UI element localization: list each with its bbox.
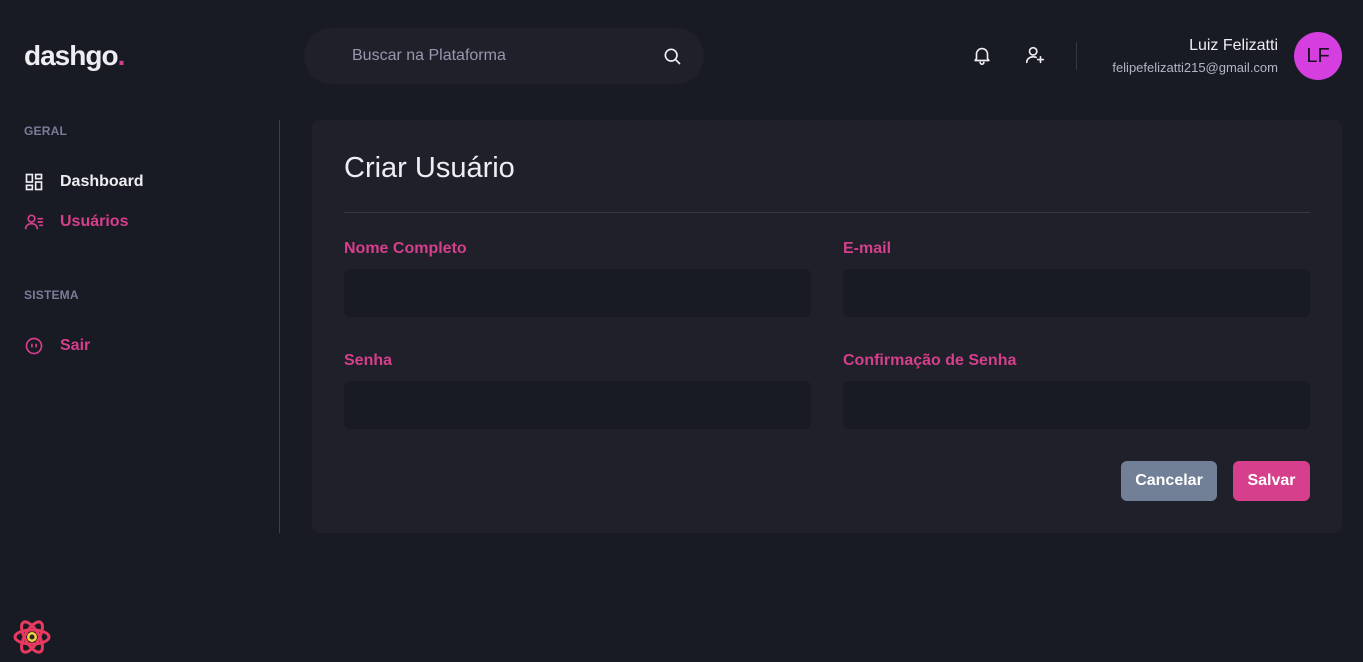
avatar-initials: LF xyxy=(1306,44,1330,67)
password-confirm-label: Confirmação de Senha xyxy=(843,352,1017,369)
name-field[interactable] xyxy=(344,269,811,317)
sidebar-item-usuarios[interactable]: Usuários xyxy=(24,212,128,232)
email-label: E-mail xyxy=(843,240,892,257)
logo-text: dashgo xyxy=(24,40,119,71)
sidebar-divider xyxy=(279,120,280,533)
dashboard-icon xyxy=(24,172,44,192)
react-devtools-icon[interactable] xyxy=(12,617,52,657)
user-name: Luiz Felizatti xyxy=(1189,37,1278,54)
avatar[interactable]: LF xyxy=(1294,32,1342,80)
cancel-button[interactable]: Cancelar xyxy=(1121,461,1217,501)
header-divider xyxy=(1076,42,1077,70)
logo-dot: . xyxy=(117,40,126,71)
save-button[interactable]: Salvar xyxy=(1233,461,1310,501)
form-divider xyxy=(344,212,1310,213)
create-user-form: Criar Usuário Nome Completo E-mail Senha… xyxy=(312,120,1342,533)
sidebar-section-title-sistema: SISTEMA xyxy=(24,288,79,302)
sidebar-item-label: Sair xyxy=(60,337,91,354)
sidebar-section-title-geral: GERAL xyxy=(24,124,67,138)
sidebar-item-label: Dashboard xyxy=(60,173,144,190)
search-icon[interactable] xyxy=(662,46,682,66)
password-field[interactable] xyxy=(344,381,811,429)
password-label: Senha xyxy=(344,352,393,369)
search-input[interactable] xyxy=(352,47,662,65)
name-label: Nome Completo xyxy=(344,240,467,257)
password-confirm-field[interactable] xyxy=(843,381,1310,429)
app-logo[interactable]: dashgo. xyxy=(24,40,126,72)
logout-icon xyxy=(24,336,44,356)
user-email: felipefelizatti215@gmail.com xyxy=(1112,60,1278,75)
notification-bell-icon[interactable] xyxy=(971,44,993,66)
page-title: Criar Usuário xyxy=(344,152,515,184)
app-header: dashgo. Luiz Felizatti felipefelizatti21… xyxy=(0,0,1363,110)
sidebar-item-label: Usuários xyxy=(60,213,129,230)
sidebar-item-dashboard[interactable]: Dashboard xyxy=(24,172,144,192)
search-bar[interactable] xyxy=(304,28,704,84)
email-field[interactable] xyxy=(843,269,1310,317)
sidebar-item-sair[interactable]: Sair xyxy=(24,336,90,356)
add-user-icon[interactable] xyxy=(1024,44,1046,66)
users-icon xyxy=(24,212,44,232)
